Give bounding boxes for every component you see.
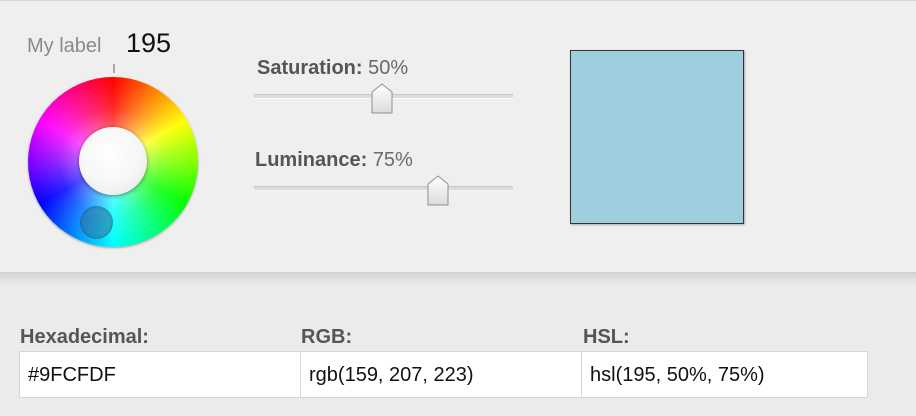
rgb-value-field[interactable]: rgb(159, 207, 223) xyxy=(300,351,582,398)
saturation-label: Saturation: 50% xyxy=(257,57,408,80)
wheel-label: My label xyxy=(27,35,102,57)
luminance-slider-thumb[interactable] xyxy=(427,175,449,207)
hsl-value-field[interactable]: hsl(195, 50%, 75%) xyxy=(581,351,868,398)
luminance-label-text: Luminance: xyxy=(255,149,368,171)
hsl-heading: HSL: xyxy=(583,326,630,348)
wheel-center-knob xyxy=(79,127,147,195)
picker-panel: My label 195 Saturation: 50% Luminance: … xyxy=(0,0,916,273)
luminance-slider-track[interactable] xyxy=(254,186,513,191)
rgb-heading: RGB: xyxy=(301,326,353,348)
saturation-slider-thumb[interactable] xyxy=(371,83,393,115)
luminance-label: Luminance: 75% xyxy=(255,149,413,172)
luminance-value: 75% xyxy=(372,149,413,171)
color-picker-widget: My label 195 Saturation: 50% Luminance: … xyxy=(0,0,916,416)
hue-color-wheel[interactable] xyxy=(28,77,198,247)
hex-heading: Hexadecimal: xyxy=(20,326,149,348)
color-preview-swatch xyxy=(570,50,744,224)
hue-marker-tick xyxy=(113,64,115,73)
hue-handle[interactable] xyxy=(80,206,113,239)
saturation-value: 50% xyxy=(368,57,409,79)
panel-shadow xyxy=(0,273,916,285)
hex-value-field[interactable]: #9FCFDF xyxy=(19,351,301,398)
saturation-label-text: Saturation: xyxy=(257,57,363,79)
hue-value: 195 xyxy=(126,28,172,58)
